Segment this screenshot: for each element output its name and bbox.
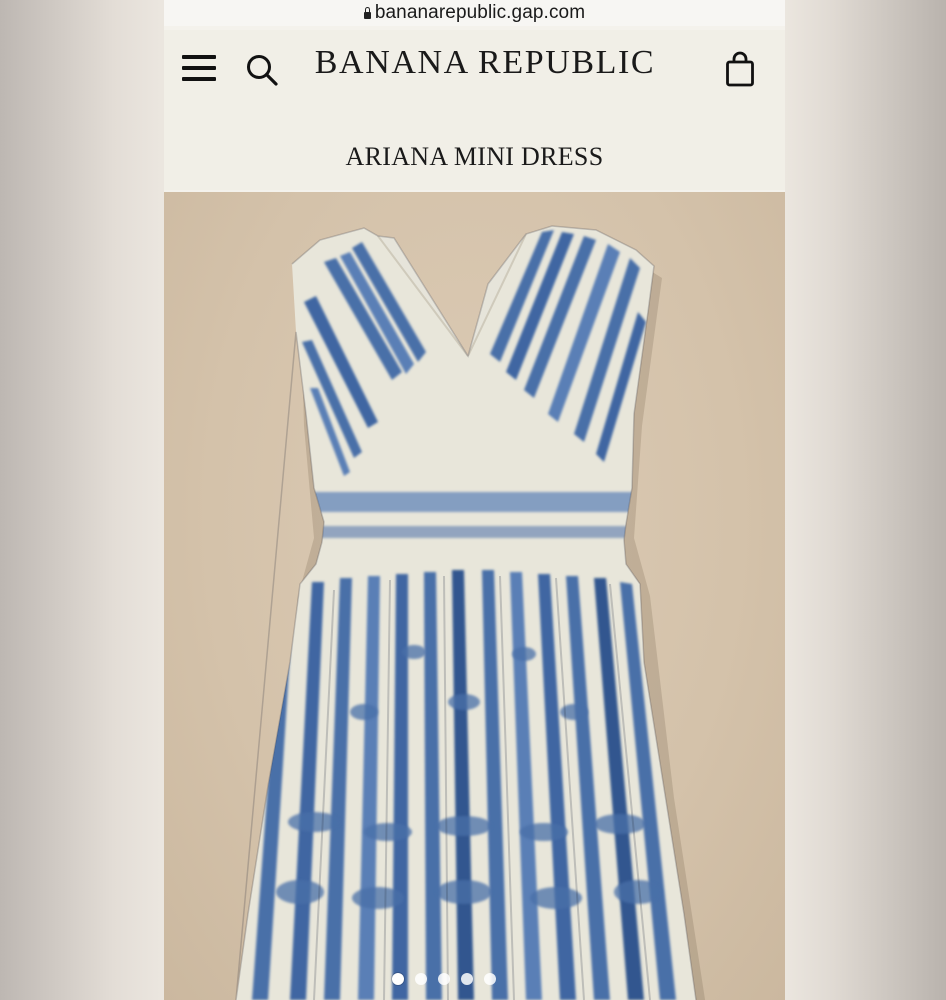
dress-image (235, 225, 706, 1000)
carousel-dot[interactable] (392, 973, 404, 985)
hamburger-menu-icon[interactable] (182, 54, 216, 82)
product-title: ARIANA MINI DRESS (345, 142, 604, 171)
lock-icon (363, 6, 371, 19)
carousel-dots (392, 973, 496, 985)
url-text[interactable]: bananarepublic.gap.com (375, 2, 585, 24)
shopping-bag-icon[interactable] (725, 51, 755, 87)
product-image[interactable] (164, 192, 785, 1000)
carousel-dot[interactable] (415, 973, 427, 985)
site-header: BANANA REPUBLIC ARIANA MINI DRESS (164, 30, 785, 190)
browser-address-bar[interactable]: bananarepublic.gap.com (164, 0, 785, 26)
carousel-dot[interactable] (438, 973, 450, 985)
search-icon[interactable] (244, 52, 280, 88)
mobile-viewport: bananarepublic.gap.com BANANA REPUBLIC A… (164, 0, 785, 1000)
carousel-dot[interactable] (461, 973, 473, 985)
carousel-dot[interactable] (484, 973, 496, 985)
brand-logo[interactable]: BANANA REPUBLIC (304, 44, 666, 82)
